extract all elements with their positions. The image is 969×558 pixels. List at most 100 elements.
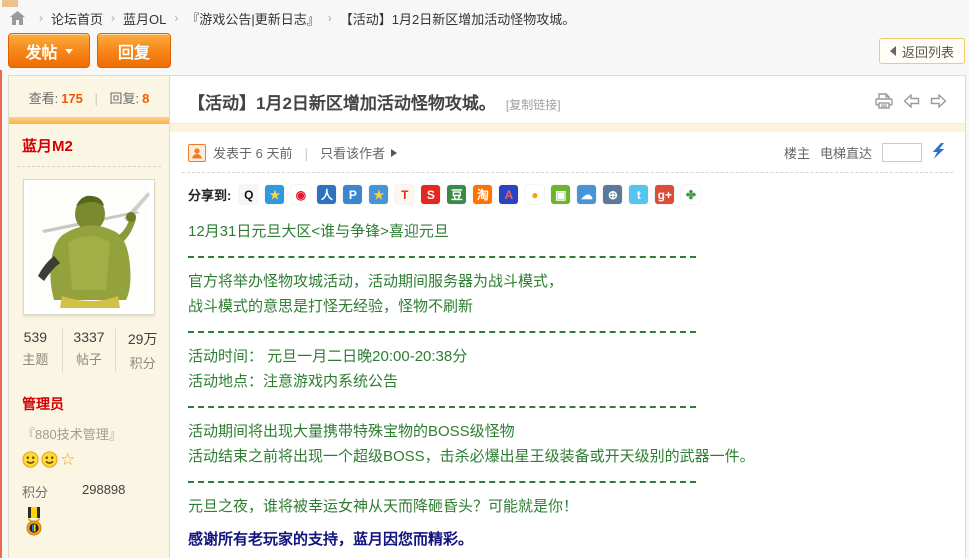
copy-link-button[interactable]: [复制链接] bbox=[506, 96, 561, 113]
share-taobao-icon[interactable]: 淘 bbox=[473, 185, 492, 204]
title-divider-band bbox=[170, 123, 965, 132]
score-label: 积分 bbox=[22, 482, 48, 501]
share-douban-icon[interactable]: 豆 bbox=[447, 185, 466, 204]
new-post-label: 发帖 bbox=[25, 39, 57, 63]
share-qzone-icon[interactable]: ★ bbox=[265, 185, 284, 204]
author-badges: ☆ bbox=[22, 451, 156, 468]
breadcrumb: › 论坛首页 › 蓝月OL › 『游戏公告|更新日志』 › 【活动】1月2日新区增加活动怪物攻… bbox=[10, 8, 575, 28]
share-globe-icon[interactable]: ⊕ bbox=[603, 185, 622, 204]
only-author-filter[interactable]: 只看该作者 bbox=[320, 143, 385, 162]
stat-label: 积分 bbox=[116, 353, 169, 372]
post-line: 活动时间： 元旦一月二日晚20:00-20:38分 bbox=[188, 344, 947, 369]
share-baidu-collect-icon[interactable]: ★ bbox=[369, 185, 388, 204]
score-row: 积分 298898 bbox=[22, 482, 156, 501]
post-line: 活动期间将出现大量携带特殊宝物的BOSS级怪物 bbox=[188, 419, 947, 444]
breadcrumb-current: 【活动】1月2日新区增加活动怪物攻城。 bbox=[340, 9, 575, 28]
share-kaixin-icon[interactable]: ● bbox=[525, 185, 544, 204]
post-line: 战斗模式的意思是打怪无经验，怪物不刷新 bbox=[188, 294, 947, 319]
share-bar: 分享到: Q ★ ◉ 人P ★ TS豆淘A ● ▣ ☁ ⊕ t g+ ✤ bbox=[170, 173, 965, 210]
share-google-plus-icon[interactable]: g+ bbox=[655, 185, 674, 204]
prev-thread-icon[interactable] bbox=[903, 94, 920, 108]
chevron-left-icon bbox=[890, 46, 896, 56]
post-line: 12月31日元旦大区<谁与争锋>喜迎元旦 bbox=[188, 219, 947, 244]
share-yitao-icon[interactable]: A bbox=[499, 185, 518, 204]
medal-icon bbox=[24, 507, 156, 542]
avatar[interactable] bbox=[23, 179, 155, 315]
breadcrumb-separator: › bbox=[111, 11, 115, 25]
stat-label: 主题 bbox=[9, 349, 62, 368]
stat-value: 3337 bbox=[63, 329, 116, 345]
top-corner-chip bbox=[2, 0, 18, 7]
author-stats: 539 主题3337 帖子29万积分 bbox=[9, 329, 169, 372]
author-group: 『880技术管理』 bbox=[22, 424, 156, 443]
new-post-button[interactable]: 发帖 bbox=[8, 33, 90, 68]
share-qq-icon[interactable]: Q bbox=[239, 185, 258, 204]
post-line: 元旦之夜，谁将被幸运女神从天而降砸昏头？可能就是你！ bbox=[188, 494, 947, 519]
share-tencent-weibo-icon[interactable]: T bbox=[395, 185, 414, 204]
share-more-icon[interactable]: ✤ bbox=[681, 185, 700, 204]
post-dashed-divider bbox=[188, 469, 947, 494]
left-accent-rail bbox=[0, 70, 2, 558]
post-dashed-divider bbox=[188, 319, 947, 344]
views-label: 查看: bbox=[29, 91, 59, 106]
views-count: 175 bbox=[61, 91, 83, 106]
post-line: 感谢所有老玩家的支持，蓝月因您而精彩。 bbox=[188, 527, 947, 552]
share-sohu-weibo-icon[interactable]: S bbox=[421, 185, 440, 204]
floor-label: 楼主 bbox=[784, 143, 810, 162]
stat-积分[interactable]: 29万积分 bbox=[116, 329, 169, 372]
stat-label: 帖子 bbox=[63, 349, 116, 368]
breadcrumb-separator: › bbox=[328, 11, 332, 25]
breadcrumb-link[interactable]: 蓝月OL bbox=[123, 9, 166, 28]
smiley-icon bbox=[22, 451, 39, 468]
poster-avatar-icon bbox=[188, 144, 206, 162]
replies-label: 回复: bbox=[110, 91, 140, 106]
back-to-list-button[interactable]: 返回列表 bbox=[879, 38, 965, 64]
star-icon: ☆ bbox=[60, 452, 75, 468]
divider bbox=[17, 166, 161, 167]
share-pengyou-icon[interactable]: P bbox=[343, 185, 362, 204]
author-sidebar: 查看:175 | 回复:8 蓝月M2 539主题3337帖子29万积分 管理员 … bbox=[8, 75, 170, 558]
post-line: 活动结束之前将出现一个超级BOSS，击杀必爆出星王级装备或开天级别的武器一件。 bbox=[188, 444, 947, 469]
share-twitter-icon[interactable]: t bbox=[629, 185, 648, 204]
share-baidu-tieba-icon[interactable]: ☁ bbox=[577, 185, 596, 204]
post-dashed-divider bbox=[188, 394, 947, 419]
author-username[interactable]: 蓝月M2 bbox=[9, 124, 169, 156]
post-line: 官方将举办怪物攻城活动，活动期间服务器为战斗模式， bbox=[188, 269, 947, 294]
post-spacer bbox=[188, 519, 947, 527]
post-spacer bbox=[188, 552, 947, 558]
score-value: 298898 bbox=[82, 482, 125, 501]
share-sina-weibo-icon[interactable]: ◉ bbox=[291, 185, 310, 204]
post-content: 12月31日元旦大区<谁与争锋>喜迎元旦官方将举办怪物攻城活动，活动期间服务器为… bbox=[170, 210, 965, 558]
share-renren-icon[interactable]: 人 bbox=[317, 185, 336, 204]
breadcrumb-separator: › bbox=[39, 11, 43, 25]
thread-panel: 【活动】1月2日新区增加活动怪物攻城。 [复制链接] 发表于 6 天前 | 只看… bbox=[170, 75, 966, 558]
breadcrumb-link[interactable]: 论坛首页 bbox=[51, 9, 103, 28]
breadcrumb-link[interactable]: 『游戏公告|更新日志』 bbox=[186, 9, 319, 28]
home-icon[interactable] bbox=[10, 11, 25, 25]
sidebar-accent-bar bbox=[9, 117, 169, 124]
share-label: 分享到: bbox=[188, 185, 231, 204]
stat-value: 29万 bbox=[116, 329, 169, 349]
reply-button[interactable]: 回复 bbox=[97, 33, 171, 68]
jump-to-floor-input[interactable] bbox=[882, 143, 922, 162]
elevator-label: 电梯直达 bbox=[820, 143, 872, 162]
author-role: 管理员 bbox=[22, 394, 156, 414]
smiley-icon bbox=[41, 451, 58, 468]
chevron-down-icon bbox=[65, 49, 73, 54]
print-icon[interactable] bbox=[875, 93, 893, 109]
post-line: 活动地点：注意游戏内系统公告 bbox=[188, 369, 947, 394]
page-title: 【活动】1月2日新区增加活动怪物攻城。 bbox=[188, 89, 496, 114]
replies-count: 8 bbox=[142, 91, 149, 106]
breadcrumb-separator: › bbox=[174, 11, 178, 25]
reply-label: 回复 bbox=[118, 39, 150, 63]
jump-lightning-icon[interactable] bbox=[932, 143, 947, 162]
back-to-list-label: 返回列表 bbox=[902, 42, 954, 61]
posted-time: 发表于 6 天前 bbox=[213, 143, 292, 162]
stat-value: 539 bbox=[9, 329, 62, 345]
expand-icon bbox=[391, 149, 397, 157]
stat-帖子[interactable]: 3337 帖子 bbox=[63, 329, 117, 372]
share-youdao-icon[interactable]: ▣ bbox=[551, 185, 570, 204]
stat-主题[interactable]: 539 主题 bbox=[9, 329, 63, 372]
post-dashed-divider bbox=[188, 244, 947, 269]
next-thread-icon[interactable] bbox=[930, 94, 947, 108]
